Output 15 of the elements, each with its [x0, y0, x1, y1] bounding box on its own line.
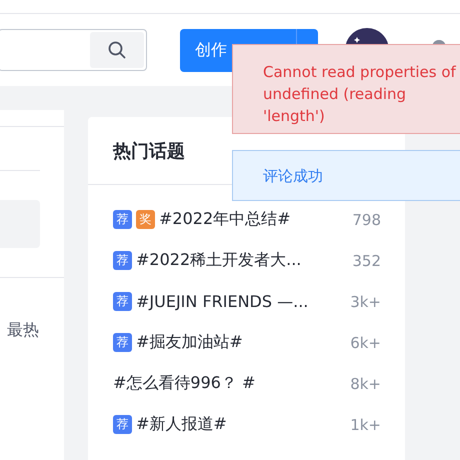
topic-tag: 奖	[136, 210, 155, 229]
success-toast: 评论成功	[232, 150, 460, 201]
topic-tag: 荐	[113, 292, 132, 311]
topic-tag: 荐	[113, 251, 132, 270]
error-toast: Cannot read properties of undefined (reading 'length')	[232, 44, 460, 134]
topic-count: 1k+	[350, 416, 381, 434]
topic-tag: 荐	[113, 415, 132, 434]
topic-count: 352	[352, 252, 381, 270]
topic-count: 8k+	[350, 374, 381, 392]
topic-count: 798	[352, 210, 381, 228]
topic-tag: 荐	[113, 333, 132, 352]
card-title: 热门话题	[113, 140, 185, 162]
topic-count: 3k+	[350, 292, 381, 310]
topic-tag: 荐	[113, 210, 132, 229]
topic-count: 6k+	[350, 334, 381, 352]
